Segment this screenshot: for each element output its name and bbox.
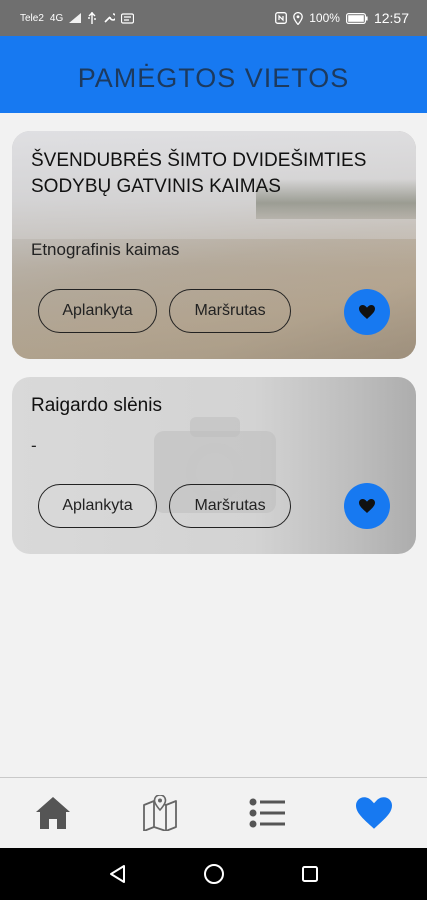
page-title: PAMĖGTOS VIETOS — [77, 63, 350, 93]
recents-icon[interactable] — [301, 865, 319, 883]
signal-icon — [69, 13, 82, 23]
app-header: PAMĖGTOS VIETOS — [0, 36, 427, 113]
place-title: Raigardo slėnis — [31, 395, 162, 416]
home-icon — [36, 797, 71, 829]
clock-label: 12:57 — [373, 10, 409, 26]
place-subtitle: Etnografinis kaimas — [31, 240, 180, 259]
visited-button[interactable]: Aplankyta — [38, 289, 157, 333]
system-nav-bar — [0, 848, 427, 900]
nav-map[interactable] — [107, 778, 214, 848]
status-bar: Tele2 4G 100% 12:57 — [0, 0, 427, 36]
status-left: Tele2 4G — [20, 12, 135, 24]
nfc-icon — [275, 12, 288, 24]
usb-icon — [88, 12, 96, 24]
nav-list[interactable] — [214, 778, 321, 848]
wrench-icon — [104, 13, 116, 23]
heart-icon — [359, 305, 375, 319]
battery-label: 100% — [309, 11, 340, 25]
list-icon — [249, 798, 285, 828]
visited-button[interactable]: Aplankyta — [38, 484, 157, 528]
place-subtitle: - — [31, 436, 37, 455]
heart-icon — [359, 499, 375, 513]
notification-icon — [121, 12, 135, 24]
back-icon[interactable] — [108, 864, 128, 884]
favorite-button[interactable] — [344, 289, 390, 335]
place-card[interactable]: ŠVENDUBRĖS ŠIMTO DVIDEŠIMTIES SODYBŲ GAT… — [12, 131, 416, 359]
place-title: ŠVENDUBRĖS ŠIMTO DVIDEŠIMTIES SODYBŲ GAT… — [31, 150, 367, 197]
heart-icon — [355, 797, 392, 829]
route-button[interactable]: Maršrutas — [169, 289, 291, 333]
map-icon — [143, 795, 178, 831]
nav-favorites[interactable] — [320, 778, 427, 848]
network-label: 4G — [49, 12, 64, 24]
route-button[interactable]: Maršrutas — [169, 484, 291, 528]
bottom-navigation — [0, 778, 427, 848]
favorite-button[interactable] — [344, 483, 390, 529]
place-card[interactable]: Raigardo slėnis - Aplankyta Maršrutas — [12, 377, 416, 554]
location-icon — [293, 11, 304, 25]
carrier-label: Tele2 — [20, 12, 44, 24]
nav-home[interactable] — [0, 778, 107, 848]
status-right: 100% 12:57 — [275, 10, 409, 26]
home-circle-icon[interactable] — [203, 863, 225, 885]
battery-icon — [345, 12, 368, 24]
